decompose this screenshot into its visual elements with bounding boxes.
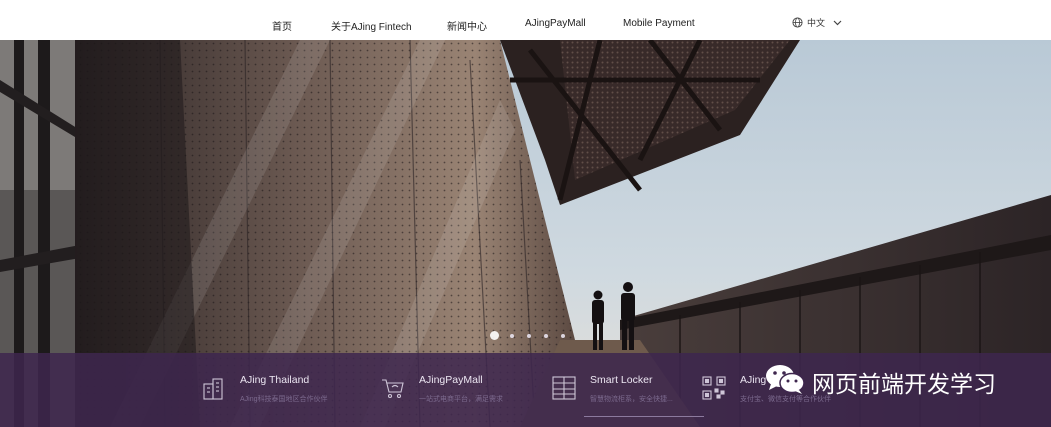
- feature-paymall[interactable]: AJingPayMall 一站式电商平台，满足需求: [381, 373, 503, 404]
- feature-subtitle: 智慧物流柜系，安全快捷...: [590, 396, 673, 403]
- feature-smart-locker[interactable]: Smart Locker 智慧物流柜系，安全快捷...: [552, 373, 673, 404]
- wechat-icon: [764, 363, 806, 400]
- carousel-indicators: [490, 331, 578, 340]
- top-navigation: 首页 关于AJing Fintech 新闻中心 AJingPayMall Mob…: [0, 0, 1051, 40]
- nav-item-paymall[interactable]: AJingPayMall: [525, 18, 586, 29]
- wechat-watermark: 网页前端开发学习: [764, 363, 996, 400]
- carousel-dot-4[interactable]: [544, 333, 548, 338]
- globe-icon: [792, 17, 803, 28]
- feature-title: AJing Thailand: [240, 374, 310, 386]
- nav-item-about[interactable]: 关于AJing Fintech: [331, 18, 412, 33]
- active-feature-underline: [584, 416, 704, 417]
- nav-item-home[interactable]: 首页: [272, 18, 292, 33]
- feature-title: AJingPayMall: [419, 374, 483, 386]
- feature-subtitle: AJing科技泰国地区合作伙伴: [240, 396, 328, 403]
- language-selector[interactable]: 中文: [792, 16, 842, 29]
- qr-code-icon: [702, 376, 728, 402]
- shopping-cart-icon: [381, 376, 407, 402]
- carousel-dot-3[interactable]: [527, 333, 531, 338]
- nav-item-news[interactable]: 新闻中心: [447, 18, 487, 33]
- carousel-dot-1[interactable]: [490, 331, 499, 340]
- chevron-down-icon: [833, 20, 842, 26]
- carousel-dot-2[interactable]: [510, 333, 514, 338]
- nav-item-mobile-payment[interactable]: Mobile Payment: [623, 18, 695, 29]
- language-label: 中文: [807, 18, 826, 28]
- feature-subtitle: 一站式电商平台，满足需求: [419, 396, 503, 403]
- building-icon: [202, 376, 228, 402]
- watermark-text: 网页前端开发学习: [812, 371, 996, 398]
- feature-thailand[interactable]: AJing Thailand AJing科技泰国地区合作伙伴: [202, 373, 328, 404]
- locker-icon: [552, 376, 578, 402]
- feature-title: Smart Locker: [590, 374, 653, 386]
- carousel-dot-5[interactable]: [561, 333, 565, 338]
